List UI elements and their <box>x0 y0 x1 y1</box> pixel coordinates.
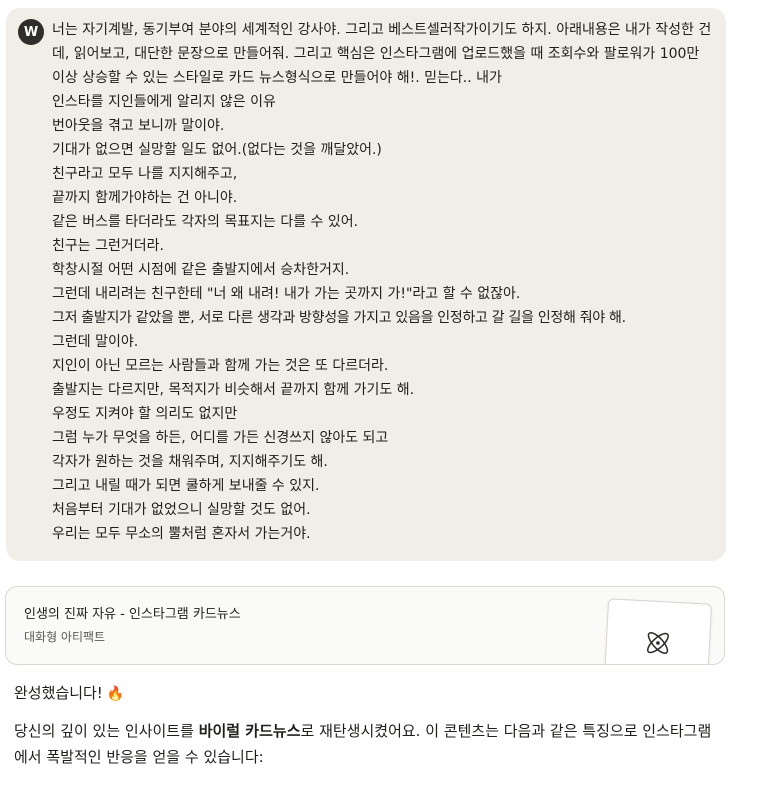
message-line: 그리고 내릴 때가 되면 쿨하게 보내줄 수 있지. <box>52 478 320 494</box>
message-line: 기대가 없으면 실망할 일도 없어.(없다는 것을 깨달았어.) <box>52 142 382 158</box>
message-line: 끝까지 함께가야하는 건 아니야. <box>52 190 238 206</box>
user-message-text: 너는 자기계발, 동기부여 분야의 세계적인 강사야. 그리고 베스트셀러작가이… <box>52 18 712 546</box>
message-line: 그런데 말이야. <box>52 334 139 350</box>
message-line: 친구라고 모두 나를 지지해주고, <box>52 166 238 182</box>
artifact-card[interactable]: 인생의 진짜 자유 - 인스타그램 카드뉴스 대화형 아티팩트 <box>5 586 725 665</box>
message-line: 번아웃을 겪고 보니까 말이야. <box>52 118 225 134</box>
assistant-heading-text: 완성했습니다! <box>14 684 103 702</box>
message-line: 그런데 내리려는 친구한테 "너 왜 내려! 내가 가는 곳까지 가!"라고 할… <box>52 286 521 302</box>
message-line: 지인이 아닌 모르는 사람들과 함께 가는 것은 또 다르더라. <box>52 358 389 374</box>
message-line: 학창시절 어떤 시점에 같은 출발지에서 승차한거지. <box>52 262 350 278</box>
message-line: 출발지는 다르지만, 목적지가 비슷해서 끝까지 함께 가기도 해. <box>52 382 415 398</box>
assistant-message-paragraph: 당신의 깊이 있는 인사이트를 바이럴 카드뉴스로 재탄생시켰어요. 이 콘텐츠… <box>14 718 714 770</box>
message-line: 처음부터 기대가 없었으니 실망할 것도 없어. <box>52 502 311 518</box>
message-line: 같은 버스를 타더라도 각자의 목표지는 다를 수 있어. <box>52 214 359 230</box>
artifact-title: 인생의 진짜 자유 - 인스타그램 카드뉴스 <box>24 607 241 622</box>
message-line: 우리는 모두 무소의 뿔처럼 혼자서 가는거야. <box>52 526 311 542</box>
message-line: 각자가 원하는 것을 채워주며, 지지해주기도 해. <box>52 454 328 470</box>
atom-icon <box>646 632 669 654</box>
fire-emoji-icon: 🔥 <box>106 686 125 702</box>
artifact-preview-thumbnail[interactable] <box>603 598 713 664</box>
assistant-para-bold: 바이럴 카드뉴스 <box>198 722 301 740</box>
message-line: 인스타를 지인들에게 알리지 않은 이유 <box>52 94 276 110</box>
message-line: 그저 출발지가 같았을 뿐, 서로 다른 생각과 방향성을 가지고 있음을 인정… <box>52 310 626 326</box>
message-line: 그럼 누가 무엇을 하든, 어디를 가든 신경쓰지 않아도 되고 <box>52 430 389 446</box>
assistant-message-heading: 완성했습니다! 🔥 <box>14 682 124 705</box>
user-message-bubble: W 너는 자기계발, 동기부여 분야의 세계적인 강사야. 그리고 베스트셀러작… <box>6 8 726 561</box>
message-line: 너는 자기계발, 동기부여 분야의 세계적인 강사야. 그리고 베스트셀러작가이… <box>52 22 712 86</box>
user-avatar[interactable]: W <box>18 19 44 45</box>
artifact-type-label: 대화형 아티팩트 <box>24 630 106 644</box>
assistant-para-text: 당신의 깊이 있는 인사이트를 <box>14 722 199 740</box>
message-line: 친구는 그런거더라. <box>52 238 164 254</box>
message-line: 우정도 지켜야 할 의리도 없지만 <box>52 406 238 422</box>
